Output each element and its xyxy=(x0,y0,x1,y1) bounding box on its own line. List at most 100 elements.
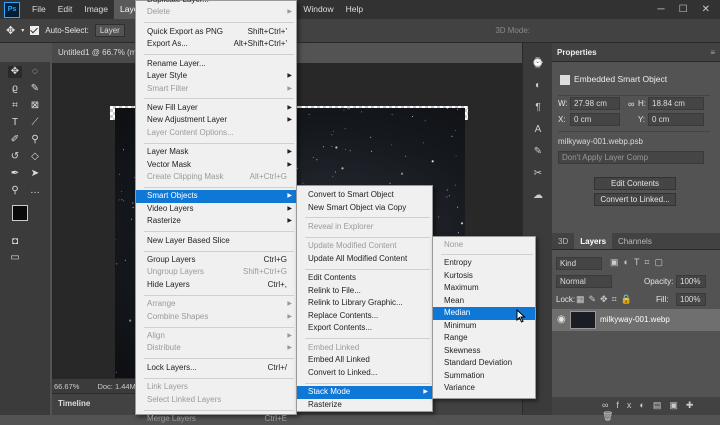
menu-item-replace-contents[interactable]: Replace Contents... xyxy=(297,310,432,323)
menu-item-vector-mask[interactable]: Vector Mask ▶ xyxy=(136,159,296,172)
menu-file[interactable]: File xyxy=(26,0,52,19)
menu-item-export-as[interactable]: Export As... Alt+Shift+Ctrl+' xyxy=(136,38,296,51)
blend-mode-dropdown[interactable]: Normal xyxy=(556,275,612,288)
brush-settings-icon[interactable]: ✎ xyxy=(531,145,545,159)
screen-mode-icon[interactable]: ▭ xyxy=(8,252,22,264)
crop-tool-icon[interactable]: ⌗ xyxy=(8,100,22,112)
history-icon[interactable]: ⌚ xyxy=(531,57,545,71)
menu-item-rename-layer[interactable]: Rename Layer... xyxy=(136,58,296,71)
stamp-tool-icon[interactable]: ⚲ xyxy=(28,134,42,146)
close-icon[interactable]: ✕ xyxy=(702,4,710,15)
convert-to-linked-button[interactable]: Convert to Linked... xyxy=(594,193,676,206)
menu-item-create-clipping-mask[interactable]: Create Clipping Mask Alt+Ctrl+G xyxy=(136,171,296,184)
photoshop-logo[interactable]: Ps xyxy=(4,1,20,18)
menu-item-stack-mode[interactable]: Stack Mode ▶ xyxy=(297,386,432,399)
menu-item-layer-style[interactable]: Layer Style ▶ xyxy=(136,70,296,83)
quick-mask-icon[interactable]: ◘ xyxy=(8,236,22,248)
menu-item-group-layers[interactable]: Group Layers Ctrl+G xyxy=(136,254,296,267)
menu-item-embed-linked[interactable]: Embed Linked xyxy=(297,342,432,355)
menu-item-new-smart-object-via-copy[interactable]: New Smart Object via Copy xyxy=(297,202,432,215)
menu-item-new-layer-based-slice[interactable]: New Layer Based Slice xyxy=(136,235,296,248)
link-icon[interactable]: ∞ xyxy=(628,99,634,109)
menu-item-combine-shapes[interactable]: Combine Shapes ▶ xyxy=(136,311,296,324)
menu-item-new-fill-layer[interactable]: New Fill Layer ▶ xyxy=(136,102,296,115)
menu-item-smart-filter[interactable]: Smart Filter ▶ xyxy=(136,83,296,96)
maximize-icon[interactable]: ☐ xyxy=(679,4,688,15)
paragraph-icon[interactable]: ¶ xyxy=(531,101,545,115)
menu-item-update-all-modified-content[interactable]: Update All Modified Content xyxy=(297,253,432,266)
panel-menu-icon[interactable]: ≡ xyxy=(710,48,715,57)
height-field[interactable]: 18.84 cm xyxy=(648,97,704,110)
opacity-field[interactable]: 100% xyxy=(676,275,706,288)
menu-item-layer-mask[interactable]: Layer Mask ▶ xyxy=(136,146,296,159)
pen-tool-icon[interactable]: ✒ xyxy=(8,168,22,180)
minimize-icon[interactable]: ─ xyxy=(658,4,665,15)
menu-item-layer-content-options[interactable]: Layer Content Options... xyxy=(136,127,296,140)
menu-item-standard-deviation[interactable]: Standard Deviation xyxy=(433,357,535,370)
menu-item-lock-layers[interactable]: Lock Layers... Ctrl+/ xyxy=(136,362,296,375)
menu-item-hide-layers[interactable]: Hide Layers Ctrl+, xyxy=(136,279,296,292)
menu-item-none[interactable]: None xyxy=(433,239,535,252)
menu-item-distribute[interactable]: Distribute ▶ xyxy=(136,342,296,355)
menu-item-arrange[interactable]: Arrange ▶ xyxy=(136,298,296,311)
menu-item-export-contents[interactable]: Export Contents... xyxy=(297,322,432,335)
libraries-icon[interactable]: ☁ xyxy=(531,189,545,203)
menu-item-new-adjustment-layer[interactable]: New Adjustment Layer ▶ xyxy=(136,114,296,127)
menu-window[interactable]: Window xyxy=(297,0,339,19)
menu-item-summation[interactable]: Summation xyxy=(433,370,535,383)
menu-item-embed-all-linked[interactable]: Embed All Linked xyxy=(297,354,432,367)
menu-help[interactable]: Help xyxy=(340,0,369,19)
brush-tool-icon[interactable]: ✐ xyxy=(8,134,22,146)
menu-item-convert-to-linked[interactable]: Convert to Linked... xyxy=(297,367,432,380)
menu-item-align[interactable]: Align ▶ xyxy=(136,330,296,343)
y-field[interactable]: 0 cm xyxy=(648,113,704,126)
menu-item-ungroup-layers[interactable]: Ungroup Layers Shift+Ctrl+G xyxy=(136,266,296,279)
menu-item-rasterize[interactable]: Rasterize xyxy=(297,399,432,412)
menu-item-quick-export-as-png[interactable]: Quick Export as PNG Shift+Ctrl+' xyxy=(136,26,296,39)
menu-item-range[interactable]: Range xyxy=(433,332,535,345)
menu-item-relink-to-library-graphic[interactable]: Relink to Library Graphic... xyxy=(297,297,432,310)
edit-contents-button[interactable]: Edit Contents xyxy=(594,177,676,190)
tab-layers[interactable]: Layers xyxy=(574,233,613,249)
menu-item-maximum[interactable]: Maximum xyxy=(433,282,535,295)
menu-item-convert-to-smart-object[interactable]: Convert to Smart Object xyxy=(297,189,432,202)
tab-channels[interactable]: Channels xyxy=(612,233,658,249)
lasso-tool-icon[interactable]: ϱ xyxy=(8,83,22,95)
lock-icons[interactable]: ▦✎✥⌗🔒 xyxy=(576,294,636,305)
tool-presets-icon[interactable]: ✂ xyxy=(531,167,545,181)
layers-footer-icons[interactable]: ∞fx◐▤▣✚🗑 xyxy=(552,397,720,421)
layer-dropdown[interactable]: Layer xyxy=(94,24,125,37)
menu-item-smart-objects[interactable]: Smart Objects ▶ xyxy=(136,190,296,203)
menu-item-delete[interactable]: Delete ▶ xyxy=(136,6,296,19)
marquee-tool-icon[interactable]: ◌ xyxy=(28,66,42,78)
menu-item-video-layers[interactable]: Video Layers ▶ xyxy=(136,203,296,216)
menu-item-reveal-in-explorer[interactable]: Reveal in Explorer xyxy=(297,221,432,234)
menu-item-rasterize[interactable]: Rasterize ▶ xyxy=(136,215,296,228)
adjustments-icon[interactable]: ◐ xyxy=(531,79,545,93)
menu-item-edit-contents[interactable]: Edit Contents xyxy=(297,272,432,285)
tab-3d[interactable]: 3D xyxy=(552,233,574,249)
auto-select-checkbox[interactable] xyxy=(30,26,40,35)
layer-row[interactable]: ◉ milkyway-001.webp xyxy=(552,309,720,331)
eraser-tool-icon[interactable]: ◇ xyxy=(28,151,42,163)
fill-field[interactable]: 100% xyxy=(676,293,706,306)
history-brush-tool-icon[interactable]: ↺ xyxy=(8,151,22,163)
layer-comp-dropdown[interactable]: Don't Apply Layer Comp xyxy=(558,151,704,164)
menu-item-relink-to-file[interactable]: Relink to File... xyxy=(297,285,432,298)
menu-image[interactable]: Image xyxy=(78,0,114,19)
menu-item-update-modified-content[interactable]: Update Modified Content xyxy=(297,240,432,253)
filter-icons[interactable]: ▣◐T⌗▢ xyxy=(610,257,668,268)
tool-preset-arrow-icon[interactable]: ▾ xyxy=(21,27,24,34)
width-field[interactable]: 27.98 cm xyxy=(570,97,620,110)
foreground-color-swatch[interactable] xyxy=(12,205,28,221)
menu-item-select-linked-layers[interactable]: Select Linked Layers xyxy=(136,394,296,407)
x-field[interactable]: 0 cm xyxy=(570,113,620,126)
character-icon[interactable]: A xyxy=(531,123,545,137)
zoom-level[interactable]: 66.67% xyxy=(54,382,79,391)
menu-item-kurtosis[interactable]: Kurtosis xyxy=(433,270,535,283)
path-select-tool-icon[interactable]: ➤ xyxy=(28,168,42,180)
quick-select-tool-icon[interactable]: ✎ xyxy=(28,83,42,95)
menu-item-skewness[interactable]: Skewness xyxy=(433,345,535,358)
frame-tool-icon[interactable]: ⊠ xyxy=(28,100,42,112)
zoom-tool-icon[interactable]: ⚲ xyxy=(8,185,22,197)
